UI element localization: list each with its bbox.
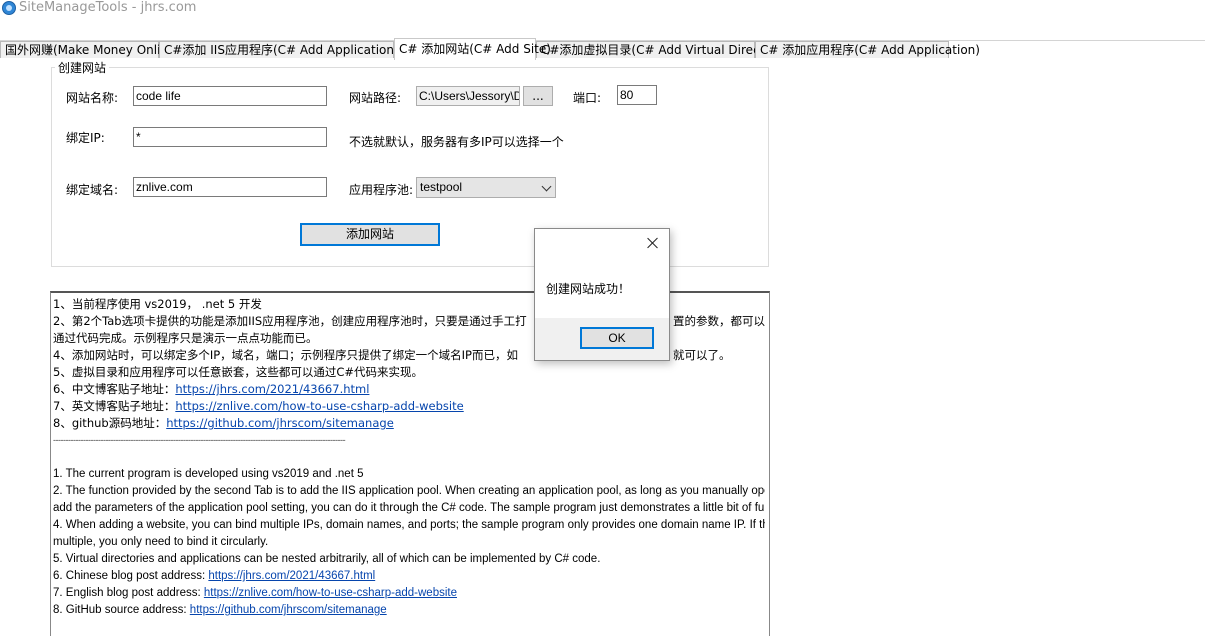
output-line-link[interactable]: https://github.com/jhrscom/sitemanage	[190, 604, 387, 616]
output-line-text: 5、虚拟目录和应用程序可以任意嵌套，这些都可以通过C#代码来实现。	[53, 365, 423, 379]
site-name-label: 网站名称:	[66, 91, 119, 105]
output-line-text: 2. The function provided by the second T…	[53, 485, 765, 497]
tab-add-site[interactable]: C# 添加网站(C# Add Site)	[394, 38, 551, 60]
output-line-text: 7. English blog post address:	[53, 587, 204, 599]
bind-domain-input[interactable]: znlive.com	[133, 177, 327, 197]
output-line: 2. The function provided by the second T…	[53, 483, 765, 500]
title-bar: SiteManageTools - jhrs.com	[0, 0, 1205, 18]
output-line-link[interactable]: https://jhrs.com/2021/43667.html	[208, 570, 375, 582]
output-line: 7. English blog post address: https://zn…	[53, 585, 765, 602]
dialog-message: 创建网站成功！	[546, 282, 631, 296]
output-line-link[interactable]: https://jhrs.com/2021/43667.html	[175, 382, 369, 396]
output-line-text: multiple, you only need to bind it circu…	[53, 536, 269, 548]
bind-ip-input[interactable]: *	[133, 127, 327, 147]
app-icon	[2, 1, 16, 15]
output-line-text: 8、github源码地址：	[53, 416, 167, 430]
output-line: 7、英文博客贴子地址：https://znlive.com/how-to-use…	[53, 398, 765, 415]
chevron-down-icon	[541, 181, 552, 192]
bind-ip-label: 绑定IP:	[66, 131, 105, 145]
output-line: 5. Virtual directories and applications …	[53, 551, 765, 568]
output-line: multiple, you only need to bind it circu…	[53, 534, 765, 551]
output-line-text: ----------------------------------------…	[53, 435, 346, 445]
output-line: 8. GitHub source address: https://github…	[53, 602, 765, 619]
bind-ip-hint: 不选就默认，服务器有多IP可以选择一个	[349, 135, 564, 149]
output-line: 6. Chinese blog post address: https://jh…	[53, 568, 765, 585]
site-path-label: 网站路径:	[349, 91, 402, 105]
group-title: 创建网站	[55, 59, 110, 76]
output-line-link[interactable]: https://github.com/jhrscom/sitemanage	[166, 416, 394, 430]
app-pool-label: 应用程序池:	[349, 183, 414, 197]
close-icon[interactable]	[645, 235, 661, 251]
dialog-footer: OK	[535, 318, 669, 360]
output-overflow-line-4: 就可以了。	[673, 348, 731, 362]
output-line: 6、中文博客贴子地址：https://jhrs.com/2021/43667.h…	[53, 381, 765, 398]
port-input[interactable]: 80	[617, 85, 657, 105]
add-site-button[interactable]: 添加网站	[300, 223, 440, 246]
tab-add-app-pool[interactable]: C#添加 IIS应用程序(C# Add Application Pool)	[159, 41, 427, 58]
output-line-text: 2、第2个Tab选项卡提供的功能是添加IIS应用程序池，创建应用程序池时，只要是…	[53, 314, 527, 328]
tab-strip: 国外网赚(Make Money Online) C#添加 IIS应用程序(C# …	[0, 19, 1205, 60]
output-line-text: 6、中文博客贴子地址：	[53, 382, 176, 396]
site-path-input[interactable]: C:\Users\Jessory\De	[416, 86, 520, 106]
output-separator: ----------------------------------------…	[53, 432, 765, 449]
bind-domain-label: 绑定域名:	[66, 183, 119, 197]
app-pool-select[interactable]: testpool	[416, 177, 556, 198]
output-line-text: 1、当前程序使用 vs2019， .net 5 开发	[53, 297, 262, 311]
output-line-text: add the parameters of the application po…	[53, 502, 765, 514]
output-line-link[interactable]: https://znlive.com/how-to-use-csharp-add…	[175, 399, 463, 413]
output-line-text: 通过代码完成。示例程序只是演示一点点功能而已。	[53, 331, 318, 345]
output-line: 8、github源码地址：https://github.com/jhrscom/…	[53, 415, 765, 432]
window-title: SiteManageTools - jhrs.com	[19, 0, 197, 15]
output-overflow-line-2: 置的参数，都可以	[673, 314, 765, 328]
app-pool-selected: testpool	[420, 180, 463, 194]
output-line: add the parameters of the application po…	[53, 500, 765, 517]
browse-button[interactable]: ...	[523, 86, 553, 106]
output-line-text: 4. When adding a website, you can bind m…	[53, 519, 765, 531]
site-name-input[interactable]: code life	[133, 86, 327, 106]
output-line: 4. When adding a website, you can bind m…	[53, 517, 765, 534]
tab-make-money[interactable]: 国外网赚(Make Money Online)	[0, 41, 180, 58]
port-label: 端口:	[573, 91, 602, 105]
output-line-text: 1. The current program is developed usin…	[53, 468, 364, 480]
ok-button[interactable]: OK	[580, 327, 654, 349]
output-line: 5、虚拟目录和应用程序可以任意嵌套，这些都可以通过C#代码来实现。	[53, 364, 765, 381]
output-line-text: 7、英文博客贴子地址：	[53, 399, 176, 413]
output-line-text: 6. Chinese blog post address:	[53, 570, 209, 582]
output-line-text: 4、添加网站时，可以绑定多个IP，域名，端口；示例程序只提供了绑定一个域名IP而…	[53, 348, 518, 362]
tab-add-virtual-directory[interactable]: C#添加虚拟目录(C# Add Virtual Directory)	[536, 41, 788, 58]
output-line-text: 8. GitHub source address:	[53, 604, 190, 616]
output-line-text: 5. Virtual directories and applications …	[53, 553, 601, 565]
tab-add-application[interactable]: C# 添加应用程序(C# Add Application)	[755, 41, 980, 58]
output-line: 1. The current program is developed usin…	[53, 466, 765, 483]
message-dialog: 创建网站成功！ OK	[534, 228, 670, 361]
output-line-link[interactable]: https://znlive.com/how-to-use-csharp-add…	[204, 587, 457, 599]
tab-divider	[0, 40, 1205, 41]
